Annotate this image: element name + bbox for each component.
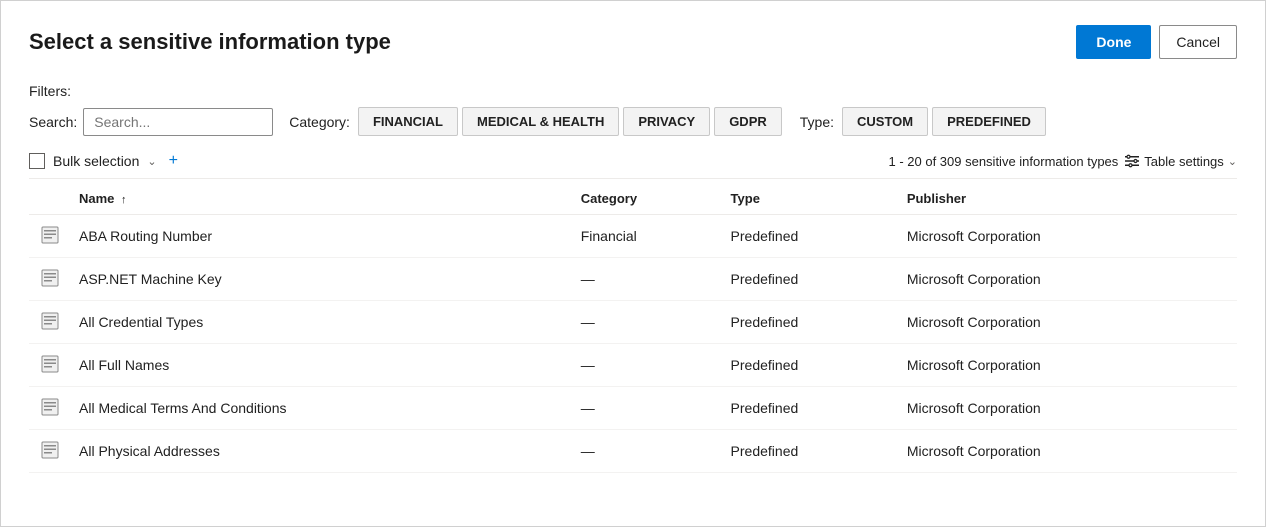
table-row[interactable]: All Medical Terms And Conditions—Predefi…	[29, 387, 1237, 430]
filter-gdpr[interactable]: GDPR	[714, 107, 782, 136]
table-row[interactable]: All Physical Addresses—PredefinedMicroso…	[29, 430, 1237, 473]
search-label: Search:	[29, 114, 77, 130]
row-checkbox-cell	[29, 215, 79, 258]
count-label: 1 - 20 of 309 sensitive information type…	[888, 154, 1118, 169]
row-type: Predefined	[731, 215, 907, 258]
filters-label: Filters:	[29, 83, 1237, 99]
col-checkbox	[29, 183, 79, 215]
row-publisher: Microsoft Corporation	[907, 215, 1237, 258]
type-label: Type:	[800, 114, 834, 130]
table-row[interactable]: ASP.NET Machine Key—PredefinedMicrosoft …	[29, 258, 1237, 301]
table-row[interactable]: ABA Routing NumberFinancialPredefinedMic…	[29, 215, 1237, 258]
bulk-selection-label[interactable]: Bulk selection	[53, 153, 139, 169]
cancel-button[interactable]: Cancel	[1159, 25, 1237, 59]
row-name: All Credential Types	[79, 301, 581, 344]
search-input[interactable]	[83, 108, 273, 136]
row-checkbox-cell	[29, 301, 79, 344]
row-category: —	[581, 258, 731, 301]
row-name: All Full Names	[79, 344, 581, 387]
row-name: All Medical Terms And Conditions	[79, 387, 581, 430]
filter-privacy[interactable]: PRIVACY	[623, 107, 710, 136]
row-icon	[40, 440, 60, 460]
row-type: Predefined	[731, 258, 907, 301]
table-row[interactable]: All Credential Types—PredefinedMicrosoft…	[29, 301, 1237, 344]
toolbar-right: 1 - 20 of 309 sensitive information type…	[888, 153, 1237, 169]
table-settings-button[interactable]: Table settings ⌄	[1124, 153, 1237, 169]
row-category: —	[581, 344, 731, 387]
row-publisher: Microsoft Corporation	[907, 301, 1237, 344]
row-category: —	[581, 387, 731, 430]
row-publisher: Microsoft Corporation	[907, 344, 1237, 387]
row-type: Predefined	[731, 387, 907, 430]
table-settings-label: Table settings	[1144, 154, 1224, 169]
filters-row: Search: Category: FINANCIAL MEDICAL & HE…	[29, 107, 1237, 136]
filter-predefined[interactable]: PREDEFINED	[932, 107, 1046, 136]
row-icon	[40, 354, 60, 374]
bulk-select-checkbox[interactable]	[29, 153, 45, 169]
row-checkbox-cell	[29, 430, 79, 473]
row-type: Predefined	[731, 430, 907, 473]
toolbar-row: Bulk selection ⌄ + 1 - 20 of 309 sensiti…	[29, 152, 1237, 179]
row-category: Financial	[581, 215, 731, 258]
row-name: ABA Routing Number	[79, 215, 581, 258]
row-type: Predefined	[731, 344, 907, 387]
col-category: Category	[581, 183, 731, 215]
done-button[interactable]: Done	[1076, 25, 1151, 59]
category-label: Category:	[289, 114, 350, 130]
row-category: —	[581, 430, 731, 473]
row-icon	[40, 268, 60, 288]
filter-medical-health[interactable]: MEDICAL & HEALTH	[462, 107, 619, 136]
row-category: —	[581, 301, 731, 344]
row-icon	[40, 397, 60, 417]
row-publisher: Microsoft Corporation	[907, 430, 1237, 473]
row-name: All Physical Addresses	[79, 430, 581, 473]
header-buttons: Done Cancel	[1076, 25, 1237, 59]
add-icon[interactable]: +	[169, 152, 178, 170]
row-publisher: Microsoft Corporation	[907, 387, 1237, 430]
data-table: Name ↑ Category Type Publisher ABA Routi…	[29, 183, 1237, 473]
filter-custom[interactable]: CUSTOM	[842, 107, 928, 136]
category-group: Category: FINANCIAL MEDICAL & HEALTH PRI…	[289, 107, 784, 136]
header-row: Select a sensitive information type Done…	[29, 25, 1237, 59]
search-group: Search:	[29, 108, 273, 136]
row-publisher: Microsoft Corporation	[907, 258, 1237, 301]
table-header-row: Name ↑ Category Type Publisher	[29, 183, 1237, 215]
filter-financial[interactable]: FINANCIAL	[358, 107, 458, 136]
chevron-down-icon[interactable]: ⌄	[147, 155, 156, 168]
table-settings-chevron-icon: ⌄	[1228, 155, 1237, 168]
col-publisher: Publisher	[907, 183, 1237, 215]
row-checkbox-cell	[29, 344, 79, 387]
row-type: Predefined	[731, 301, 907, 344]
row-checkbox-cell	[29, 258, 79, 301]
table-row[interactable]: All Full Names—PredefinedMicrosoft Corpo…	[29, 344, 1237, 387]
col-name[interactable]: Name ↑	[79, 183, 581, 215]
page-title: Select a sensitive information type	[29, 29, 391, 55]
row-name: ASP.NET Machine Key	[79, 258, 581, 301]
dialog: Select a sensitive information type Done…	[0, 0, 1266, 527]
type-group: Type: CUSTOM PREDEFINED	[800, 107, 1048, 136]
row-icon	[40, 311, 60, 331]
col-type: Type	[731, 183, 907, 215]
toolbar-left: Bulk selection ⌄ +	[29, 152, 178, 170]
row-icon	[40, 225, 60, 245]
row-checkbox-cell	[29, 387, 79, 430]
sort-asc-icon: ↑	[121, 194, 127, 206]
table-settings-icon	[1124, 153, 1140, 169]
